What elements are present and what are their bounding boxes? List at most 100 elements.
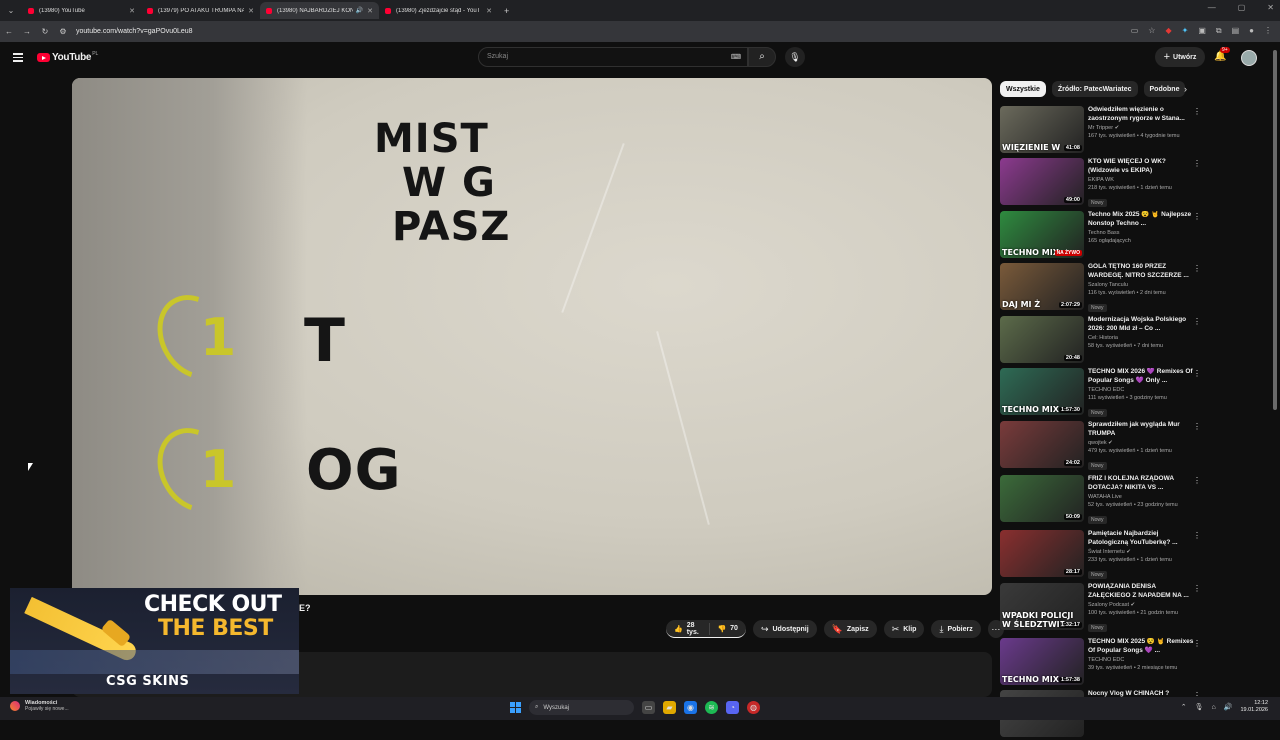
channel-name[interactable]: Techno Bass bbox=[1088, 230, 1196, 236]
extension-icon[interactable]: ▣ bbox=[1198, 26, 1206, 36]
minimize-icon[interactable]: — bbox=[1208, 3, 1216, 12]
more-options-icon[interactable]: ⋮ bbox=[1193, 159, 1201, 168]
browser-tab[interactable]: (13980) Zjeżdżajcie stąd - YouT ✕ bbox=[379, 2, 498, 19]
video-thumbnail[interactable]: 28:17 bbox=[1000, 530, 1084, 577]
recommendation-title[interactable]: Modernizacja Wojska Polskiego 2026: 200 … bbox=[1088, 316, 1196, 333]
site-info-icon[interactable]: ⚙ bbox=[54, 27, 72, 36]
avatar[interactable] bbox=[1241, 50, 1257, 66]
close-window-icon[interactable]: ✕ bbox=[1267, 3, 1274, 12]
back-icon[interactable]: ← bbox=[0, 27, 18, 36]
app-icon[interactable]: ◍ bbox=[747, 701, 760, 714]
video-thumbnail[interactable]: 24:02 bbox=[1000, 421, 1084, 468]
recommendation-title[interactable]: FRIZ I KOLEJNA RZĄDOWA DOTACJA? NIKITA V… bbox=[1088, 475, 1196, 492]
video-thumbnail[interactable]: 50:09 bbox=[1000, 475, 1084, 522]
channel-name[interactable]: Cel: Historia bbox=[1088, 335, 1196, 341]
channel-name[interactable]: TECHNO EDC bbox=[1088, 657, 1196, 663]
video-thumbnail[interactable]: 20:48 bbox=[1000, 316, 1084, 363]
more-options-icon[interactable]: ⋮ bbox=[1193, 422, 1201, 431]
chip-similar[interactable]: Podobne bbox=[1143, 81, 1186, 97]
video-player[interactable]: MIST W G PASZ 1 T 1 OG bbox=[72, 78, 992, 595]
recommendation-title[interactable]: Odwiedziłem więzienie o zaostrzonym rygo… bbox=[1088, 106, 1196, 123]
chrome-icon[interactable]: ◉ bbox=[684, 701, 697, 714]
extension-icon[interactable]: ✦ bbox=[1182, 26, 1189, 36]
more-options-icon[interactable]: ⋮ bbox=[1193, 107, 1201, 116]
video-thumbnail[interactable]: TECHNO MIX NA ŻYWO bbox=[1000, 211, 1084, 258]
maximize-icon[interactable]: ▢ bbox=[1238, 3, 1246, 12]
more-options-icon[interactable]: ⋮ bbox=[1193, 639, 1201, 648]
mic-icon[interactable]: 🎙 bbox=[1195, 703, 1204, 711]
chip-source[interactable]: Źródło: PatecWariatec bbox=[1051, 81, 1138, 97]
more-options-icon[interactable]: ⋮ bbox=[1193, 476, 1201, 485]
new-tab-icon[interactable]: + bbox=[504, 6, 509, 16]
file-explorer-icon[interactable]: ▰ bbox=[663, 701, 676, 714]
channel-name[interactable]: Szalony Tanculu bbox=[1088, 282, 1196, 288]
dislike-button[interactable]: 👎 70 bbox=[709, 620, 746, 638]
channel-name[interactable]: TECHNO EDC bbox=[1088, 387, 1196, 393]
browser-tab[interactable]: (13980) YouTube ✕ bbox=[22, 2, 141, 19]
extensions-puzzle-icon[interactable]: ⧉ bbox=[1216, 26, 1222, 36]
bookmark-star-icon[interactable]: ☆ bbox=[1148, 26, 1155, 36]
more-options-icon[interactable]: ⋮ bbox=[1193, 317, 1201, 326]
recommendation-item[interactable]: WIĘZIENIE W 41:08 Odwiedziłem więzienie o … bbox=[1000, 106, 1205, 156]
news-widget[interactable]: Wiadomości Pojawiły się nowe... bbox=[10, 700, 69, 712]
channel-name[interactable]: qwojtek ✔ bbox=[1088, 440, 1196, 446]
profile-icon[interactable]: ● bbox=[1249, 26, 1254, 36]
browser-tab-active[interactable]: (13980) NAJBARDZIEJ KON 🔊 ✕ bbox=[260, 2, 379, 19]
tab-search-icon[interactable]: ⌄ bbox=[0, 6, 22, 15]
recommendation-item[interactable]: TECHNO MIX NA ŻYWO Techno Mix 2025 😵 🤘 Naj… bbox=[1000, 211, 1205, 261]
forward-icon[interactable]: → bbox=[18, 27, 36, 36]
url-field[interactable]: youtube.com/watch?v=gaPOvu0Leu8 bbox=[76, 28, 193, 35]
more-options-icon[interactable]: ⋮ bbox=[1193, 212, 1201, 221]
more-options-icon[interactable]: ⋮ bbox=[1193, 584, 1201, 593]
search-input[interactable]: Szukaj ⌨ bbox=[478, 47, 748, 67]
more-options-icon[interactable]: ⋮ bbox=[1193, 369, 1201, 378]
channel-name[interactable]: Mr Tripper ✔ bbox=[1088, 125, 1196, 131]
chevron-up-icon[interactable]: ⌃ bbox=[1181, 703, 1187, 711]
clip-button[interactable]: ✂ Klip bbox=[883, 620, 925, 638]
channel-name[interactable]: Świat Internetu ✔ bbox=[1088, 549, 1196, 555]
voice-search-button[interactable]: 🎙 bbox=[785, 47, 805, 67]
spotify-icon[interactable]: ≋ bbox=[705, 701, 718, 714]
extension-icon[interactable]: ◆ bbox=[1165, 26, 1171, 36]
recommendation-title[interactable]: GOLA TĘTNO 160 PRZEZ WARDEGĘ. NITRO SZCZ… bbox=[1088, 263, 1196, 280]
recommendation-item[interactable]: TECHNO MIX 1:57:30 TECHNO MIX 2026 💜 Remix… bbox=[1000, 368, 1205, 418]
recommendation-item[interactable]: 24:02 Sprawdziłem jak wygląda Mur TRUMPA q… bbox=[1000, 421, 1205, 471]
close-tab-icon[interactable]: ✕ bbox=[248, 7, 254, 15]
close-tab-icon[interactable]: ✕ bbox=[367, 7, 373, 15]
page-scrollbar[interactable] bbox=[1273, 50, 1277, 410]
ad-banner[interactable]: CHECK OUT THE BEST CSG SKINS bbox=[10, 588, 299, 694]
recommendation-item[interactable]: WPADKI POLICJI W ŚLEDZTWIE 1:32:17 POWIĄZA… bbox=[1000, 583, 1205, 633]
search-button[interactable]: ⌕ bbox=[748, 47, 776, 67]
recommendation-item[interactable]: 20:48 Modernizacja Wojska Polskiego 2026:… bbox=[1000, 316, 1205, 366]
channel-name[interactable]: WATAHA Live bbox=[1088, 494, 1196, 500]
close-tab-icon[interactable]: ✕ bbox=[129, 7, 135, 15]
speaker-icon[interactable]: 🔊 bbox=[356, 7, 363, 14]
recommendation-title[interactable]: Techno Mix 2025 😵 🤘 Najlepsze Nonstop Te… bbox=[1088, 211, 1196, 228]
recommendation-item[interactable]: 28:17 Pamiętacie Najbardziej Patologiczną… bbox=[1000, 530, 1205, 580]
create-button[interactable]: + Utwórz bbox=[1155, 47, 1205, 67]
cast-icon[interactable]: ▭ bbox=[1131, 26, 1139, 36]
recommendation-item[interactable]: DAJ MI Ż 2:07:29 GOLA TĘTNO 160 PRZEZ WARD… bbox=[1000, 263, 1205, 313]
channel-name[interactable]: EKIPA WK bbox=[1088, 177, 1196, 183]
keyboard-icon[interactable]: ⌨ bbox=[731, 53, 741, 61]
video-thumbnail[interactable]: TECHNO MIX 1:57:30 bbox=[1000, 368, 1084, 415]
recommendation-title[interactable]: TECHNO MIX 2026 💜 Remixes Of Popular Son… bbox=[1088, 368, 1196, 385]
recommendation-title[interactable]: KTO WIE WIĘCEJ O WK? (Widzowie vs EKIPA) bbox=[1088, 158, 1196, 175]
video-thumbnail[interactable]: TECHNO MIX 1:57:38 bbox=[1000, 638, 1084, 685]
more-options-icon[interactable]: ⋮ bbox=[1193, 264, 1201, 273]
sidebar-icon[interactable]: ▤ bbox=[1232, 26, 1240, 36]
recommendation-item[interactable]: TECHNO MIX 1:57:38 TECHNO MIX 2025 😵 🤘 Rem… bbox=[1000, 638, 1205, 688]
close-tab-icon[interactable]: ✕ bbox=[486, 7, 492, 15]
video-thumbnail[interactable]: WPADKI POLICJI W ŚLEDZTWIE 1:32:17 bbox=[1000, 583, 1084, 630]
windows-start-icon[interactable] bbox=[510, 702, 521, 713]
notifications-bell-icon[interactable]: 🔔 9+ bbox=[1214, 47, 1230, 62]
browser-tab[interactable]: (13979) PO ATAKU TRUMPA NA ✕ bbox=[141, 2, 260, 19]
taskbar-search[interactable]: ⌕ Wyszukaj bbox=[529, 700, 634, 715]
share-button[interactable]: ↪ Udostępnij bbox=[752, 620, 817, 638]
recommendation-title[interactable]: Sprawdziłem jak wygląda Mur TRUMPA bbox=[1088, 421, 1196, 438]
video-thumbnail[interactable]: DAJ MI Ż 2:07:29 bbox=[1000, 263, 1084, 310]
discord-icon[interactable]: ◔ bbox=[726, 701, 739, 714]
recommendation-title[interactable]: POWIĄZANIA DENISA ZAŁĘCKIEGO Z NAPADEM N… bbox=[1088, 583, 1196, 600]
network-icon[interactable]: ⌂ bbox=[1212, 704, 1216, 711]
chip-all[interactable]: Wszystkie bbox=[1000, 81, 1046, 97]
